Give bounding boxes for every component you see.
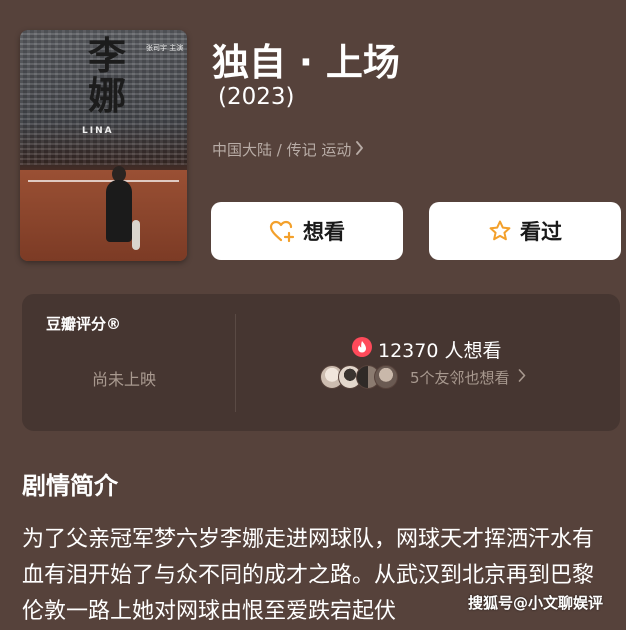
avatar (374, 365, 398, 389)
chevron-right-icon (355, 140, 364, 159)
friends-want-text: 5个友邻也想看 (410, 368, 510, 387)
poster-title: 李娜 (87, 34, 126, 118)
movie-poster[interactable]: 李娜 张司宇 主演 LINA (20, 30, 187, 261)
poster-court (20, 170, 187, 261)
want-to-watch-button[interactable]: 想看 (211, 202, 403, 260)
friend-avatars (320, 365, 398, 389)
star-outline-icon (488, 219, 512, 243)
chevron-right-icon (518, 368, 526, 386)
want-to-watch-label: 想看 (303, 220, 345, 244)
poster-racket (132, 220, 140, 250)
want-count: 12370 人想看 (352, 336, 501, 363)
poster-player (106, 180, 132, 242)
rating-status: 尚未上映 (92, 370, 157, 389)
synopsis-text: 为了父亲冠军梦六岁李娜走进网球队，网球天才挥洒汗水有血有泪开始了与众不同的成才之… (22, 527, 595, 624)
watched-label: 看过 (520, 220, 562, 244)
watermark: 搜狐号@小文聊娱评 (468, 594, 604, 612)
watched-button[interactable]: 看过 (429, 202, 621, 260)
synopsis-title: 剧情简介 (22, 472, 118, 500)
poster-subtitle: 张司宇 主演 (146, 44, 184, 52)
movie-year: (2023) (218, 84, 295, 110)
poster-li-text: LINA (82, 126, 114, 136)
movie-meta-text: 中国大陆 / 传记 运动 (212, 141, 352, 159)
rating-card-divider (235, 314, 236, 412)
movie-meta-link[interactable]: 中国大陆 / 传记 运动 (212, 139, 364, 160)
movie-title: 独自 · 上场 (212, 41, 400, 84)
fire-icon (352, 337, 372, 362)
want-count-text: 12370 人想看 (378, 340, 502, 362)
poster-court-line (28, 180, 179, 182)
douban-rating-label: 豆瓣评分® (46, 315, 122, 333)
friends-want-link[interactable]: 5个友邻也想看 (320, 365, 526, 389)
heart-plus-icon (269, 219, 295, 243)
